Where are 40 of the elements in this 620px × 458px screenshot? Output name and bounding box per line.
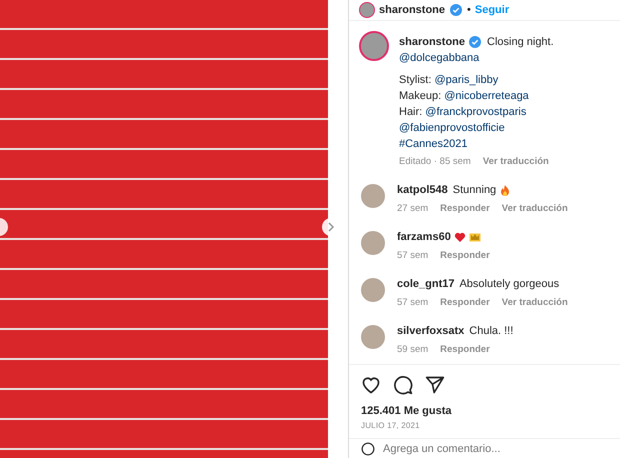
edited-time: Editado · 85 sem xyxy=(399,155,471,170)
caption-text: Closing night. xyxy=(487,35,554,50)
avatar[interactable] xyxy=(361,278,385,302)
mention-link[interactable]: @nicoberreteaga xyxy=(444,90,529,102)
comment-text: Absolutely gorgeous xyxy=(459,278,560,290)
username-link[interactable]: cole_gnt17 xyxy=(397,278,454,290)
username-link[interactable]: silverfoxsatx xyxy=(397,325,464,338)
comment-time: 57 sem xyxy=(397,297,428,308)
comment-time: 59 sem xyxy=(397,344,428,356)
comment-time: 57 sem xyxy=(397,250,428,262)
mention-link[interactable]: #Cannes2021 xyxy=(399,138,468,150)
comment-text: Chula. !!! xyxy=(469,325,514,338)
avatar[interactable] xyxy=(359,31,389,62)
username-link[interactable]: sharonstone xyxy=(399,34,466,50)
mention-link[interactable]: @fabienprovostofficie xyxy=(399,122,505,134)
comment-text: Stunning xyxy=(452,184,496,196)
heart-icon[interactable] xyxy=(361,375,381,396)
caption-line: Stylist: @paris_libby xyxy=(399,73,500,88)
mention-link[interactable]: @franckprovostparis xyxy=(425,106,526,118)
caption-line: Makeup: @nicoberreteaga xyxy=(399,89,530,104)
avatar[interactable] xyxy=(359,2,375,18)
likes-count[interactable]: 125.401 Me gusta xyxy=(349,401,620,420)
mention-link[interactable]: @paris_libby xyxy=(434,74,498,86)
username-link[interactable]: sharonstone xyxy=(379,4,446,16)
heart-icon xyxy=(454,231,466,244)
mention-link[interactable]: @dolcegabbana xyxy=(399,52,480,64)
avatar[interactable] xyxy=(361,184,385,208)
send-icon[interactable] xyxy=(425,375,445,396)
chevron-right-icon xyxy=(327,222,335,232)
avatar[interactable] xyxy=(361,231,385,256)
comment-time: 27 sem xyxy=(397,203,428,214)
username-link[interactable]: katpol548 xyxy=(397,184,448,196)
post-date: JULIO 17, 2021 xyxy=(360,420,421,432)
flame-icon xyxy=(499,184,512,196)
avatar[interactable] xyxy=(361,325,385,350)
separator-dot: • xyxy=(467,4,471,16)
username-link[interactable]: farzams60 xyxy=(397,231,451,244)
comment-icon[interactable] xyxy=(393,375,413,396)
crown-icon xyxy=(468,231,481,244)
caption-line: Hair: @franckprovostparis @fabienprovostofficie xyxy=(399,105,528,136)
